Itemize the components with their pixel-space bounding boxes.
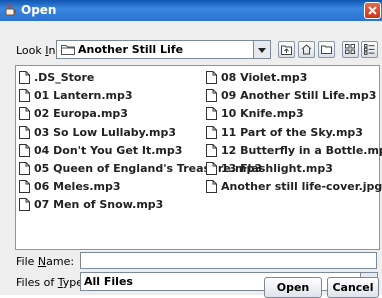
files-of-type-label: Files of Type: <box>16 276 87 289</box>
file-icon <box>19 89 30 103</box>
up-one-level-button[interactable] <box>278 41 295 58</box>
file-name: Another still life-cover.jpg <box>221 180 382 194</box>
file-name: 11 Part of the Sky.mp3 <box>221 125 363 139</box>
files-of-type-value: All Files <box>84 275 133 288</box>
file-icon <box>206 125 217 139</box>
file-name: 01 Lantern.mp3 <box>34 89 133 103</box>
file-icon <box>206 143 217 157</box>
new-folder-icon <box>321 45 332 54</box>
up-one-level-icon <box>281 45 292 55</box>
home-icon <box>301 44 312 55</box>
list-view-button[interactable] <box>342 41 359 58</box>
look-in-value: Another Still Life <box>78 43 184 56</box>
close-button[interactable] <box>364 2 381 19</box>
details-view-icon <box>364 44 375 55</box>
look-in-label: Look In: <box>16 44 60 57</box>
close-icon <box>368 6 377 15</box>
file-icon <box>206 89 217 103</box>
file-icon <box>206 180 217 194</box>
file-icon <box>206 71 217 84</box>
file-name: 10 Knife.mp3 <box>221 107 304 121</box>
file-name: 09 Another Still Life.mp3 <box>221 89 377 103</box>
file-name: 06 Meles.mp3 <box>34 180 121 194</box>
file-icon <box>19 107 30 121</box>
chevron-down-icon[interactable] <box>253 41 270 58</box>
file-icon <box>206 162 217 175</box>
file-name: 04 Don't You Get It.mp3 <box>34 143 183 157</box>
file-name-label: File Name: <box>16 255 75 268</box>
java-cup-icon <box>4 3 18 17</box>
list-view-icon <box>345 44 355 54</box>
file-icon <box>19 125 30 139</box>
file-name: 12 Butterfly in a Bottle.mp3 <box>221 143 382 157</box>
file-list[interactable]: .DS_Store 01 Lantern.mp3 02 Europa.mp3 03 S… <box>15 65 382 250</box>
open-dialog: Open Look In: Another Still Life .DS_Sto… <box>0 0 382 295</box>
file-name: 03 So Low Lullaby.mp3 <box>34 125 177 139</box>
file-icon <box>19 198 30 212</box>
title-bar[interactable]: Open <box>0 0 382 21</box>
file-icon <box>19 143 30 157</box>
details-view-button[interactable] <box>361 41 378 58</box>
file-icon <box>19 71 30 84</box>
look-in-combo[interactable]: Another Still Life <box>56 40 271 59</box>
new-folder-button[interactable] <box>318 41 335 58</box>
file-icon <box>19 162 30 175</box>
file-name-input[interactable] <box>80 252 377 269</box>
file-name: .DS_Store <box>34 71 95 84</box>
file-icon <box>206 107 217 121</box>
file-name: 02 Europa.mp3 <box>34 107 128 121</box>
file-icon <box>19 180 30 194</box>
file-name: 08 Violet.mp3 <box>221 71 308 84</box>
folder-icon <box>61 44 75 58</box>
home-button[interactable] <box>298 41 315 58</box>
file-name: 13 Flashlight.mp3 <box>221 162 333 175</box>
window-title: Open <box>21 3 57 17</box>
file-name: 07 Men of Snow.mp3 <box>34 198 164 212</box>
